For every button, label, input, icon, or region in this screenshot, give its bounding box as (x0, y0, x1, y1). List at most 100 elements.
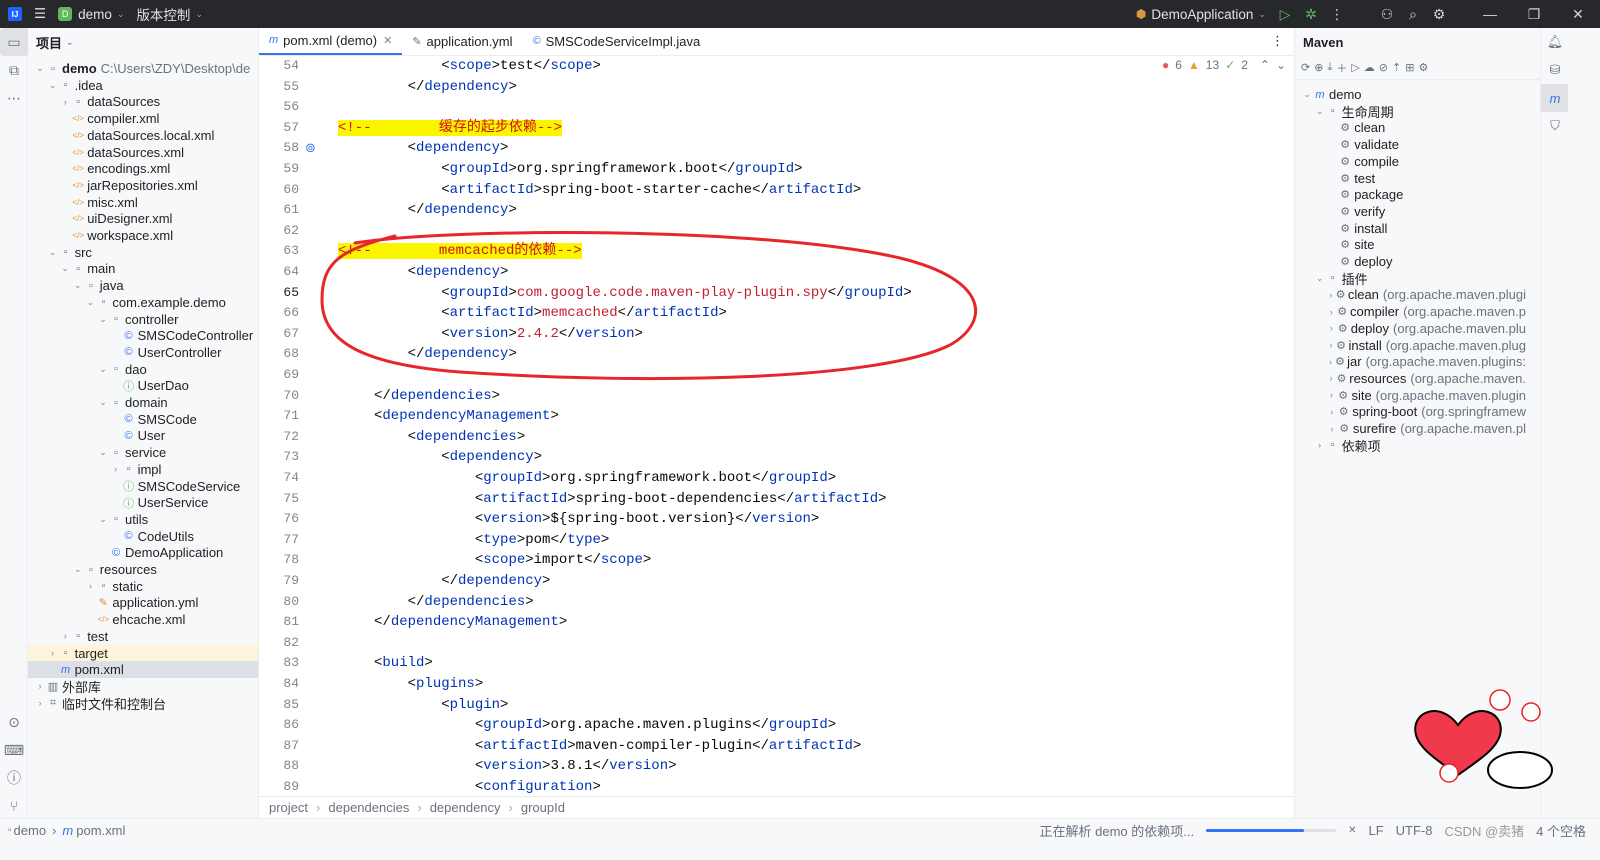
chevron-down-icon[interactable]: ⌄ (47, 80, 59, 91)
tree-item[interactable]: © User (28, 427, 258, 444)
tree-item[interactable]: ⌄ ▫ utils (28, 511, 258, 528)
chevron-right-icon[interactable]: › (1326, 323, 1336, 333)
code-line[interactable]: <scope>test</scope> (338, 56, 601, 77)
tree-item[interactable]: › ▫ impl (28, 461, 258, 478)
code-area[interactable]: <scope>test</scope> </dependency> <!-- 缓存… (338, 56, 1288, 796)
tree-item[interactable]: ⌄ ▫ resources (28, 561, 258, 578)
breadcrumb-item[interactable]: project (269, 800, 308, 815)
chevron-down-icon[interactable]: ⌄ (97, 447, 109, 458)
tree-item[interactable]: › ▫ test (28, 628, 258, 645)
tree-item[interactable]: › ⚙ site (org.apache.maven.plugin (1295, 387, 1526, 404)
code-line[interactable]: <type>pom</type> (338, 530, 609, 551)
add-folder-icon[interactable]: ⊕ (1314, 61, 1323, 74)
code-line[interactable]: </dependency> (338, 344, 517, 365)
chevron-down-icon[interactable]: ⌄ (59, 263, 71, 274)
tree-item[interactable]: ⓘ UserDao (28, 377, 258, 394)
code-line[interactable]: <build> (338, 653, 433, 674)
chevron-right-icon[interactable]: › (59, 631, 71, 641)
tree-item[interactable]: › ⚙ resources (org.apache.maven. (1295, 370, 1526, 387)
show-dependencies-icon[interactable]: ⊞ (1405, 61, 1414, 74)
code-line[interactable]: <dependency> (338, 262, 509, 283)
database-icon[interactable]: ⛁ (1541, 56, 1569, 84)
code-line[interactable] (338, 633, 374, 654)
code-line[interactable]: <configuration> (338, 777, 601, 796)
chevron-right-icon[interactable]: › (1326, 340, 1335, 350)
chevron-right-icon[interactable]: › (1326, 357, 1335, 367)
chevron-down-icon[interactable]: ⌄ (97, 514, 109, 525)
chevron-right-icon[interactable]: › (47, 648, 59, 658)
code-line[interactable]: <!-- 缓存的起步依赖--> (338, 118, 563, 139)
chevron-right-icon[interactable]: › (59, 97, 71, 107)
chevron-down-icon[interactable]: ⌄ (1314, 106, 1326, 117)
implemented-icon[interactable]: ⊚ (305, 140, 316, 156)
tree-item[interactable]: › ⚙ jar (org.apache.maven.plugins: (1295, 353, 1526, 370)
code-line[interactable]: <groupId>org.springframework.boot</group… (338, 468, 836, 489)
tree-item[interactable]: ⌄ ▫ .idea (28, 77, 258, 94)
code-line[interactable]: </dependency> (338, 571, 550, 592)
tree-item[interactable]: ⌄ m demo (1295, 86, 1526, 103)
close-icon[interactable]: ✕ (383, 34, 392, 47)
breadcrumb-item[interactable]: dependencies (328, 800, 409, 815)
tree-item[interactable]: ⌄ ▫ java (28, 277, 258, 294)
skip-tests-icon[interactable]: ⊘ (1379, 61, 1388, 74)
run-icon[interactable]: ▷ (1272, 6, 1298, 23)
tree-item[interactable]: › ⚙ deploy (org.apache.maven.plu (1295, 320, 1526, 337)
tree-item[interactable]: ⌄ ▫ controller (28, 311, 258, 328)
project-panel-header[interactable]: 项目 ⌄ (28, 28, 258, 56)
tree-item[interactable]: </> misc.xml (28, 194, 258, 211)
tree-item[interactable]: ⓘ SMSCodeService (28, 478, 258, 495)
code-line[interactable]: <groupId>com.google.code.maven-play-plug… (338, 283, 912, 304)
tree-item[interactable]: © UserController (28, 344, 258, 361)
code-line[interactable]: <dependencies> (338, 427, 526, 448)
tree-item[interactable]: © SMSCode (28, 411, 258, 428)
notifications-icon[interactable]: 🔔︎ (1541, 28, 1569, 56)
code-line[interactable]: </dependency> (338, 200, 517, 221)
chevron-down-icon[interactable]: ⌄ (72, 280, 84, 291)
tree-item[interactable]: </> jarRepositories.xml (28, 177, 258, 194)
services-tool-icon[interactable]: ⊙ (0, 708, 28, 736)
tree-item[interactable]: › ▥ 外部库 (28, 678, 258, 695)
tree-item[interactable]: › ▫ dataSources (28, 93, 258, 110)
code-line[interactable]: </dependencies> (338, 386, 500, 407)
tree-item[interactable]: ⚙ site (1295, 236, 1526, 253)
cancel-task-icon[interactable]: ✕ (1348, 825, 1356, 836)
security-icon[interactable]: ⛉ (1541, 112, 1569, 140)
problems-tool-icon[interactable]: ⓘ (0, 764, 28, 792)
tree-item[interactable]: › ⚙ clean (org.apache.maven.plugi (1295, 286, 1526, 303)
chevron-right-icon[interactable]: › (34, 681, 46, 691)
tabs-more-icon[interactable]: ⋮ (1261, 27, 1294, 55)
chevron-right-icon[interactable]: › (1326, 290, 1335, 300)
search-everywhere-icon[interactable]: ⌕ (1400, 6, 1426, 23)
collapse-icon[interactable]: ⇡ (1392, 61, 1401, 74)
code-line[interactable]: <dependency> (338, 138, 509, 159)
code-line[interactable]: <version>3.8.1</version> (338, 756, 677, 777)
tree-item[interactable]: </> ehcache.xml (28, 611, 258, 628)
add-icon[interactable]: ＋ (1336, 60, 1347, 76)
tree-item[interactable]: ⌄ ▫ demo C:\Users\ZDY\Desktop\de (28, 60, 258, 77)
code-line[interactable] (338, 365, 374, 386)
line-separator[interactable]: LF (1368, 823, 1383, 838)
maven-tool-icon[interactable]: m (1541, 84, 1569, 112)
code-line[interactable]: </dependencies> (338, 592, 534, 613)
tree-item[interactable]: </> workspace.xml (28, 227, 258, 244)
more-actions-icon[interactable]: ⋮ (1324, 6, 1350, 23)
breadcrumb-item[interactable]: groupId (521, 800, 565, 815)
code-line[interactable]: <artifactId>spring-boot-starter-cache</a… (338, 180, 861, 201)
chevron-right-icon[interactable]: › (1326, 373, 1336, 383)
chevron-down-icon[interactable]: ⌄ (72, 564, 84, 575)
chevron-right-icon[interactable]: › (1326, 407, 1337, 417)
vcs-menu[interactable]: 版本控制 ⌄ (130, 0, 209, 28)
tree-item[interactable]: ⚙ verify (1295, 203, 1526, 220)
structure-tool-icon[interactable]: ⧉ (0, 56, 28, 84)
tree-item[interactable]: </> dataSources.local.xml (28, 127, 258, 144)
tree-item[interactable]: © SMSCodeController (28, 327, 258, 344)
tree-item[interactable]: </> compiler.xml (28, 110, 258, 127)
tree-item[interactable]: ✎ application.yml (28, 594, 258, 611)
chevron-right-icon[interactable]: › (110, 464, 122, 474)
background-task-label[interactable]: 正在解析 demo 的依赖项... (1040, 821, 1195, 840)
chevron-right-icon[interactable]: › (1326, 424, 1337, 434)
toggle-offline-icon[interactable]: ☁ (1364, 61, 1375, 74)
code-line[interactable]: <artifactId>memcached</artifactId> (338, 303, 727, 324)
tree-item[interactable]: </> dataSources.xml (28, 144, 258, 161)
git-tool-icon[interactable]: ⑂ (0, 792, 28, 820)
